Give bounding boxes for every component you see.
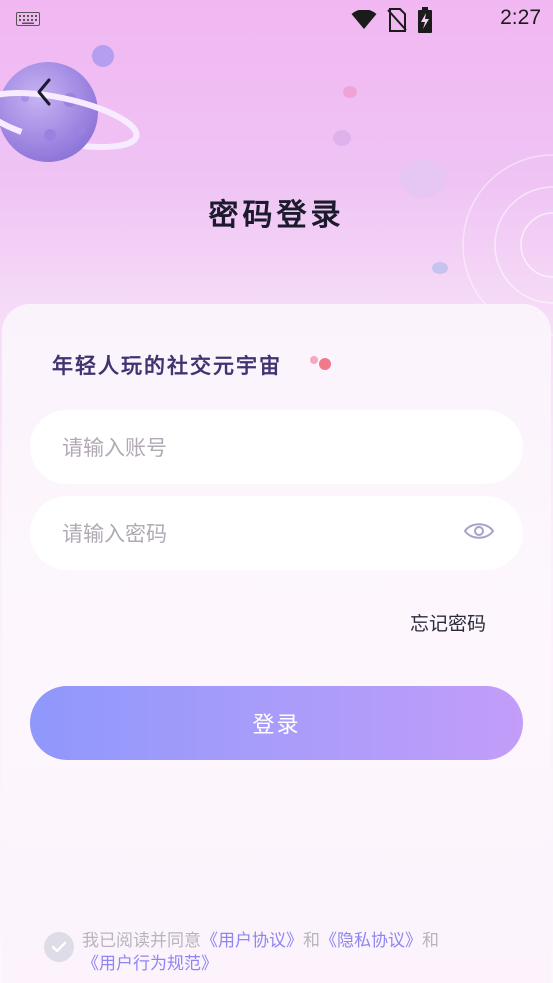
check-icon [51,941,67,953]
wifi-icon [351,9,377,34]
password-field[interactable] [30,496,523,572]
forgot-password-link[interactable]: 忘记密码 [410,609,486,636]
keyboard-icon [16,11,40,30]
status-bar: 2:27 [0,0,553,36]
account-input[interactable] [60,410,464,486]
privacy-agreement-link[interactable]: 《隐私协议》 [320,931,422,951]
agreement-and: 和 [303,931,320,951]
slogan: 年轻人玩的社交元宇宙 [52,354,282,378]
battery-charging-icon [417,7,433,37]
no-sim-icon [387,8,407,36]
decor-bubble [343,86,357,98]
decor-bubble [432,262,448,274]
agreement-text: 我已阅读并同意《用户协议》和《隐私协议》和 《用户行为规范》 [82,930,512,976]
eye-icon[interactable] [463,520,495,546]
agreement-and: 和 [422,931,439,951]
decor-bubble [333,130,351,146]
agreement-checkbox[interactable] [44,932,74,962]
login-card [2,304,551,983]
password-input[interactable] [60,496,464,572]
chevron-left-icon [37,78,51,106]
account-field[interactable] [30,410,523,486]
decor-bubble [92,45,114,67]
planet-illustration [0,62,140,162]
behavior-rules-link[interactable]: 《用户行为规范》 [82,954,218,974]
login-button[interactable]: 登录 [30,686,523,760]
user-agreement-link[interactable]: 《用户协议》 [201,931,303,951]
back-button[interactable] [26,74,62,110]
status-time: 2:27 [500,6,541,29]
hearts-icon [310,356,331,370]
page-title: 密码登录 [208,198,345,233]
agreement-prefix: 我已阅读并同意 [82,931,201,951]
